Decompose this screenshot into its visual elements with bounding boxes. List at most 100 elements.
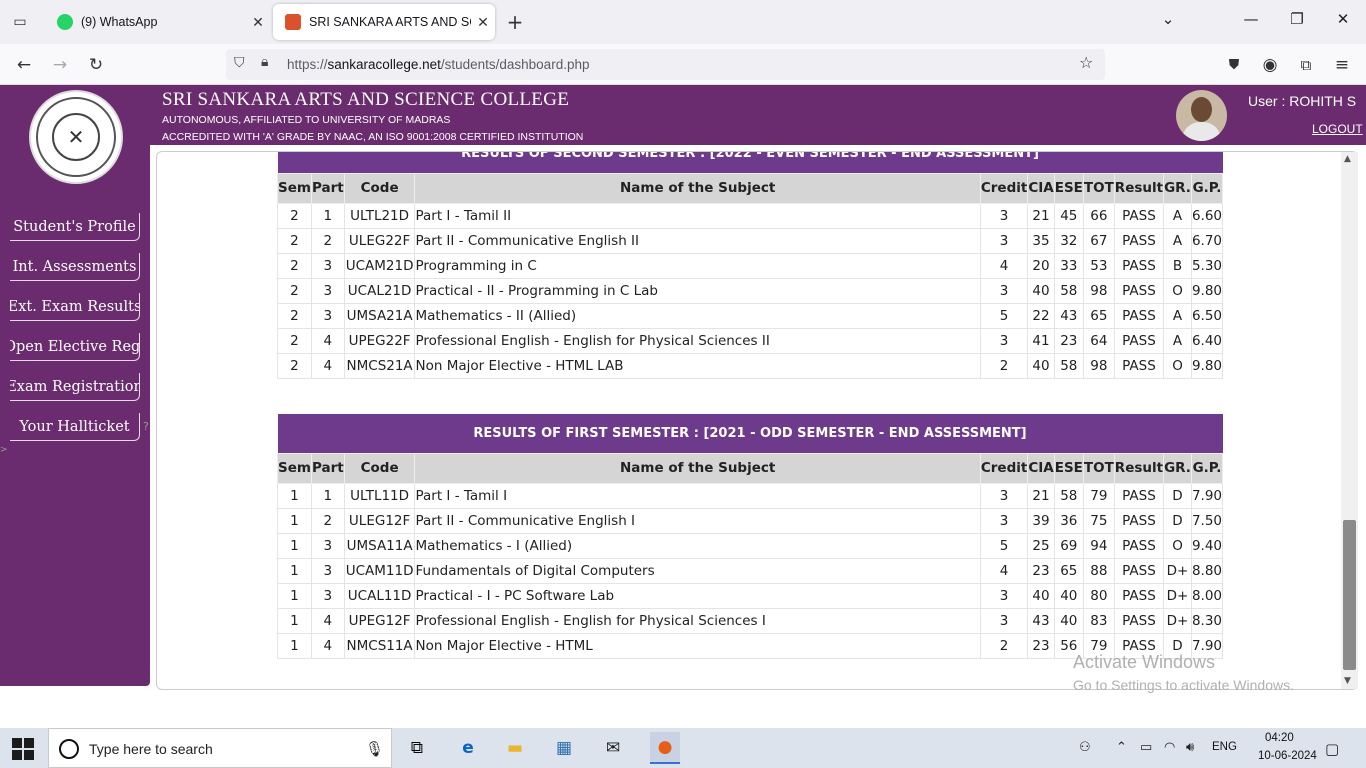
menu-icon[interactable]: ≡ bbox=[1330, 53, 1354, 77]
taskbar: Type here to search 🎙︎ ⧉ e ▬ ▦ ✉ ● ⚇ ⌃ ▭… bbox=[0, 728, 1366, 768]
sidebar-item-int-assessments[interactable]: Int. Assessments bbox=[10, 253, 140, 281]
scroll-down-icon[interactable]: ▼ bbox=[1344, 676, 1351, 686]
shield-icon[interactable]: ⛉ bbox=[234, 55, 245, 71]
cell-credit: 2 bbox=[979, 352, 1029, 379]
cell-cia: 40 bbox=[1027, 582, 1055, 609]
college-logo: ✕ bbox=[29, 90, 123, 184]
cell-part: 3 bbox=[310, 302, 345, 329]
bookmark-star-icon[interactable]: ☆ bbox=[1079, 53, 1093, 72]
account-icon[interactable]: ◉ bbox=[1258, 53, 1282, 77]
notifications-icon[interactable]: ▢ bbox=[1325, 740, 1339, 758]
tab-whatsapp[interactable]: (9) WhatsApp ✕ bbox=[45, 4, 270, 40]
close-tab-icon[interactable]: ✕ bbox=[471, 14, 495, 31]
search-placeholder: Type here to search bbox=[89, 741, 213, 757]
firefox-icon[interactable]: ● bbox=[650, 732, 680, 764]
cell-ese: 69 bbox=[1053, 532, 1084, 559]
cell-result: PASS bbox=[1113, 607, 1165, 634]
column-header-tot: TOT bbox=[1082, 452, 1115, 484]
cell-gp: 9.80 bbox=[1190, 277, 1224, 304]
forward-icon[interactable]: → bbox=[48, 53, 72, 77]
cell-code: ULTL21D bbox=[343, 202, 416, 229]
store-icon[interactable]: ▦ bbox=[552, 736, 576, 760]
minimize-icon[interactable]: — bbox=[1236, 10, 1266, 28]
restore-icon[interactable]: ❐ bbox=[1282, 10, 1312, 28]
scroll-up-icon[interactable]: ▲ bbox=[1344, 154, 1351, 164]
column-header-subject: Name of the Subject bbox=[414, 452, 981, 484]
sidebar-item-open-elective[interactable]: Open Elective Reg. bbox=[10, 333, 140, 361]
battery-icon[interactable]: ▭ bbox=[1140, 740, 1152, 755]
cell-part: 2 bbox=[310, 227, 345, 254]
lock-icon[interactable]: 🔒︎ bbox=[261, 54, 268, 70]
windows-start-icon[interactable] bbox=[12, 738, 34, 760]
cell-cia: 40 bbox=[1027, 352, 1055, 379]
column-header-result: Result bbox=[1113, 172, 1165, 204]
clock-date[interactable]: 10-06-2024 bbox=[1258, 750, 1317, 762]
second-semester-table: RESULTS OF SECOND SEMESTER : [2022 - EVE… bbox=[277, 152, 1224, 379]
tab-sankara[interactable]: SRI SANKARA ARTS AND SCIEN ✕ bbox=[273, 4, 495, 40]
column-header-gp: G.P. bbox=[1190, 452, 1224, 484]
table-row: 1 2 ULEG12F Part II - Communicative English… bbox=[277, 507, 1224, 534]
chevron-down-icon[interactable]: ⌄ bbox=[1153, 10, 1183, 28]
cell-result: PASS bbox=[1113, 507, 1165, 534]
tab-list-icon[interactable]: ▭ bbox=[8, 10, 32, 34]
semester-title: RESULTS OF SECOND SEMESTER : [2022 - EVE… bbox=[277, 152, 1223, 173]
cell-ese: 40 bbox=[1053, 607, 1084, 634]
cell-sem: 2 bbox=[277, 252, 312, 279]
sidebar: Student's Profile Int. Assessments Ext. … bbox=[0, 145, 150, 686]
cell-gp: 5.30 bbox=[1190, 252, 1224, 279]
cell-gp: 8.30 bbox=[1190, 607, 1224, 634]
cortana-icon bbox=[59, 739, 79, 759]
cell-part: 1 bbox=[310, 202, 345, 229]
url-bar[interactable]: ⛉ 🔒︎ https://sankaracollege.net/students… bbox=[226, 49, 1105, 80]
sidebar-question-mark: ? bbox=[143, 420, 149, 433]
close-window-icon[interactable]: ✕ bbox=[1328, 10, 1358, 28]
cell-code: UCAL11D bbox=[343, 582, 416, 609]
cell-part: 1 bbox=[310, 482, 345, 509]
tray-chevron-up-icon[interactable]: ⌃ bbox=[1116, 740, 1127, 755]
url-text[interactable]: https://sankaracollege.net/students/dash… bbox=[287, 57, 589, 72]
column-header-code: Code bbox=[343, 172, 416, 204]
logout-link[interactable]: LOGOUT bbox=[1312, 122, 1363, 136]
cell-code: ULEG22F bbox=[343, 227, 416, 254]
cell-subject: Practical - II - Programming in C Lab bbox=[414, 277, 981, 304]
cell-part: 3 bbox=[310, 252, 345, 279]
table-row: 1 3 UMSA11A Mathematics - I (Allied) 5 25 69 94… bbox=[277, 532, 1224, 559]
cell-subject: Part I - Tamil I bbox=[414, 482, 981, 509]
table-body: 1 1 ULTL11D Part I - Tamil I 3 21 58 79 PASS D 7.9… bbox=[277, 482, 1224, 659]
sidebar-item-hallticket[interactable]: Your Hallticket bbox=[10, 413, 140, 441]
edge-icon[interactable]: e bbox=[456, 736, 480, 760]
sidebar-item-exam-registration[interactable]: Exam Registration bbox=[10, 373, 140, 401]
clock-time[interactable]: 04:20 bbox=[1265, 732, 1294, 744]
sidebar-item-profile[interactable]: Student's Profile bbox=[10, 213, 140, 241]
cell-cia: 35 bbox=[1027, 227, 1055, 254]
cell-credit: 5 bbox=[979, 532, 1029, 559]
microphone-icon[interactable]: 🎙︎ bbox=[365, 740, 384, 758]
cell-credit: 3 bbox=[979, 482, 1029, 509]
language-indicator[interactable]: ENG bbox=[1212, 741, 1237, 753]
cell-grade: D+ bbox=[1163, 582, 1192, 609]
back-icon[interactable]: ← bbox=[12, 53, 36, 77]
pocket-icon[interactable]: ⛊ bbox=[1222, 53, 1246, 77]
file-explorer-icon[interactable]: ▬ bbox=[503, 736, 527, 760]
taskbar-search[interactable]: Type here to search 🎙︎ bbox=[48, 728, 392, 768]
cell-subject: Part II - Communicative English II bbox=[414, 227, 981, 254]
sidebar-item-ext-exam-results[interactable]: Ext. Exam Results bbox=[10, 293, 140, 321]
task-view-icon[interactable]: ⧉ bbox=[405, 736, 429, 760]
volume-icon[interactable]: 🔊︎ bbox=[1186, 740, 1194, 755]
cell-code: UCAL21D bbox=[343, 277, 416, 304]
mail-icon[interactable]: ✉ bbox=[601, 736, 625, 760]
cell-ese: 43 bbox=[1053, 302, 1084, 329]
new-tab-icon[interactable]: + bbox=[503, 10, 527, 34]
reload-icon[interactable]: ↻ bbox=[84, 53, 108, 77]
scrollbar-thumb[interactable] bbox=[1343, 520, 1356, 670]
extensions-icon[interactable]: ⧉ bbox=[1294, 53, 1318, 77]
cell-ese: 36 bbox=[1053, 507, 1084, 534]
people-icon[interactable]: ⚇ bbox=[1079, 740, 1091, 755]
scrollbar[interactable]: ▲ ▼ bbox=[1341, 152, 1358, 689]
close-tab-icon[interactable]: ✕ bbox=[246, 14, 270, 31]
wifi-icon[interactable]: ◠ bbox=[1164, 740, 1175, 755]
column-header-ese: ESE bbox=[1053, 452, 1084, 484]
cell-sem: 1 bbox=[277, 632, 312, 659]
cell-sem: 2 bbox=[277, 352, 312, 379]
avatar-body bbox=[1182, 122, 1221, 141]
